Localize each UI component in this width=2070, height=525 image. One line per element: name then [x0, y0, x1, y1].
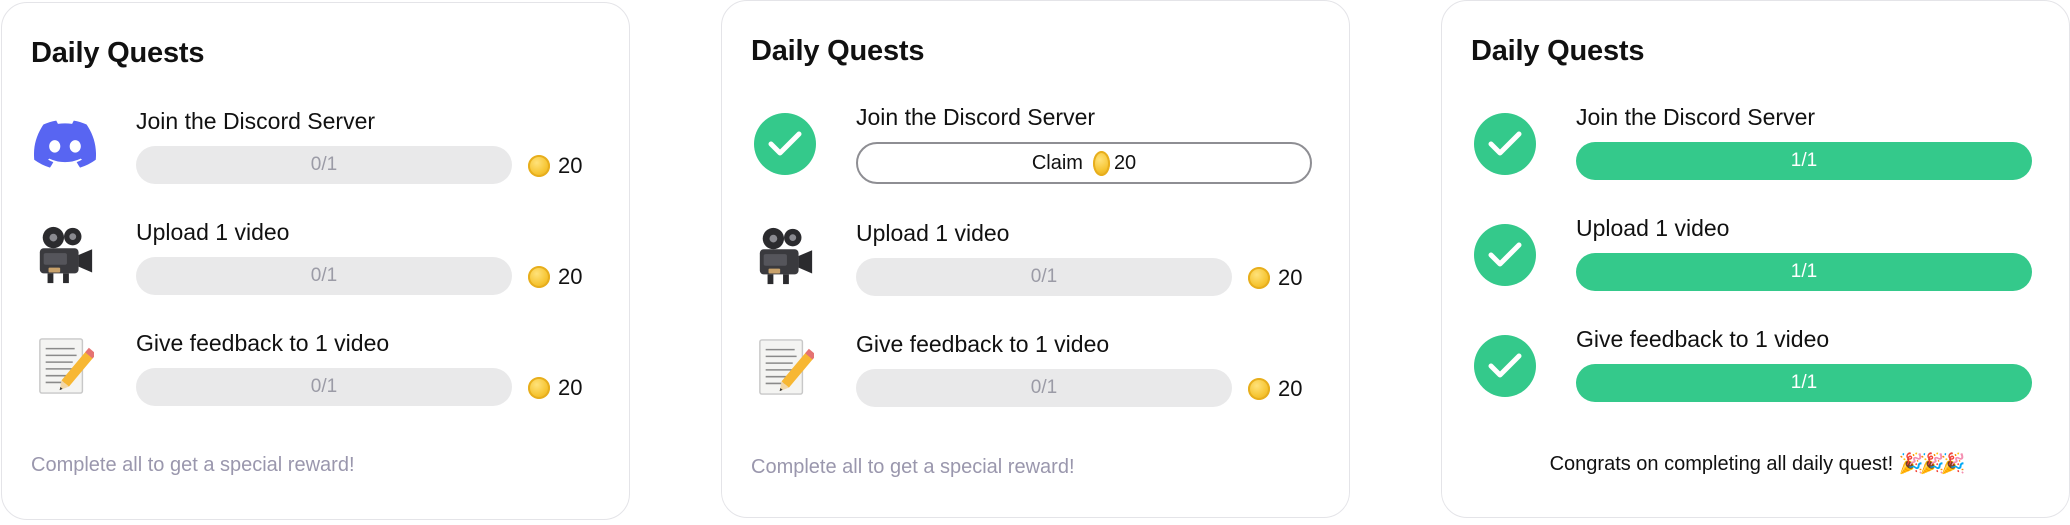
panel-title: Daily Quests — [751, 35, 925, 67]
coin-icon — [528, 266, 550, 288]
quest-progress-bar: 0/1 — [856, 258, 1232, 296]
quest-name: Join the Discord Server — [136, 108, 376, 134]
reward-amount: 20 — [1113, 151, 1137, 174]
quest-progress-label: 0/1 — [1030, 266, 1058, 287]
quest-progress-label: 0/1 — [310, 376, 338, 397]
quest-progress-label: 0/1 — [310, 154, 338, 175]
quest-reward: 20 — [1248, 372, 1302, 406]
quest-name: Give feedback to 1 video — [1576, 326, 1830, 352]
congrats-message: Congrats on completing all daily quest! … — [1442, 451, 2069, 476]
quest-progress-bar: 0/1 — [136, 146, 512, 184]
coin-icon — [528, 377, 550, 399]
quest-progress-bar: 0/1 — [136, 257, 512, 295]
memo-pencil-icon — [753, 335, 817, 399]
movie-camera-icon — [33, 223, 97, 287]
quest-name: Upload 1 video — [1576, 215, 1730, 241]
check-circle-icon — [1473, 223, 1537, 287]
claim-label: Claim — [1031, 151, 1083, 174]
quest-name: Upload 1 video — [136, 219, 290, 245]
quest-progress-bar: 0/1 — [136, 368, 512, 406]
panel-title: Daily Quests — [31, 37, 205, 69]
check-circle-icon — [1473, 334, 1537, 398]
quest-progress-label: 1/1 — [1790, 372, 1818, 393]
quest-progress-bar: 1/1 — [1576, 253, 2032, 291]
quest-progress-label: 0/1 — [310, 265, 338, 286]
reward-hint: Complete all to get a special reward! — [31, 454, 355, 476]
daily-quests-panel-2: Daily Quests Join the Discord Server Cla… — [721, 0, 1350, 518]
party-popper-icon: 🎉🎉🎉 — [1898, 453, 1966, 475]
quest-reward: 20 — [528, 371, 582, 405]
quest-name: Give feedback to 1 video — [136, 330, 390, 356]
quest-item-feedback: Give feedback to 1 video 1/1 — [1471, 326, 2051, 426]
reward-amount: 20 — [1278, 265, 1303, 290]
quest-name: Give feedback to 1 video — [856, 331, 1110, 357]
coin-icon — [1248, 378, 1270, 400]
panel-title: Daily Quests — [1471, 35, 1645, 67]
quest-item-upload: Upload 1 video 0/1 20 — [31, 219, 611, 319]
quest-name: Join the Discord Server — [1576, 104, 1816, 130]
quest-reward: 20 — [528, 260, 582, 294]
coin-icon — [528, 155, 550, 177]
movie-camera-icon — [753, 224, 817, 288]
reward-amount: 20 — [558, 375, 583, 400]
quest-reward: 20 — [1248, 261, 1302, 295]
quest-item-discord: Join the Discord Server 1/1 — [1471, 104, 2051, 204]
quest-progress-label: 1/1 — [1790, 261, 1818, 282]
claim-button[interactable]: Claim 20 — [856, 142, 1312, 184]
reward-amount: 20 — [558, 153, 583, 178]
quest-item-feedback: Give feedback to 1 video 0/1 20 — [31, 330, 611, 430]
reward-hint: Complete all to get a special reward! — [751, 456, 1075, 478]
coin-icon — [1248, 267, 1270, 289]
daily-quests-panel-1: Daily Quests Join the Discord Server 0/1… — [1, 2, 630, 520]
quest-progress-bar: 1/1 — [1576, 142, 2032, 180]
quest-name: Upload 1 video — [856, 220, 1010, 246]
daily-quests-panel-3: Daily Quests Join the Discord Server 1/1… — [1441, 0, 2070, 518]
quest-reward: 20 — [528, 149, 582, 183]
congrats-text: Congrats on completing all daily quest! — [1549, 453, 1894, 475]
quest-progress-bar: 1/1 — [1576, 364, 2032, 402]
discord-icon — [33, 112, 97, 176]
coin-icon — [1092, 150, 1110, 176]
quest-item-upload: Upload 1 video 1/1 — [1471, 215, 2051, 315]
reward-amount: 20 — [558, 264, 583, 289]
quest-item-discord: Join the Discord Server Claim 20 — [751, 104, 1331, 204]
quest-progress-label: 0/1 — [1030, 377, 1058, 398]
quest-item-feedback: Give feedback to 1 video 0/1 20 — [751, 331, 1331, 431]
quest-progress-bar: 0/1 — [856, 369, 1232, 407]
quest-item-discord: Join the Discord Server 0/1 20 — [31, 108, 611, 208]
check-circle-icon — [753, 112, 817, 176]
quest-item-upload: Upload 1 video 0/1 20 — [751, 220, 1331, 320]
quest-progress-label: 1/1 — [1790, 150, 1818, 171]
check-circle-icon — [1473, 112, 1537, 176]
reward-amount: 20 — [1278, 376, 1303, 401]
memo-pencil-icon — [33, 334, 97, 398]
quest-name: Join the Discord Server — [856, 104, 1096, 130]
